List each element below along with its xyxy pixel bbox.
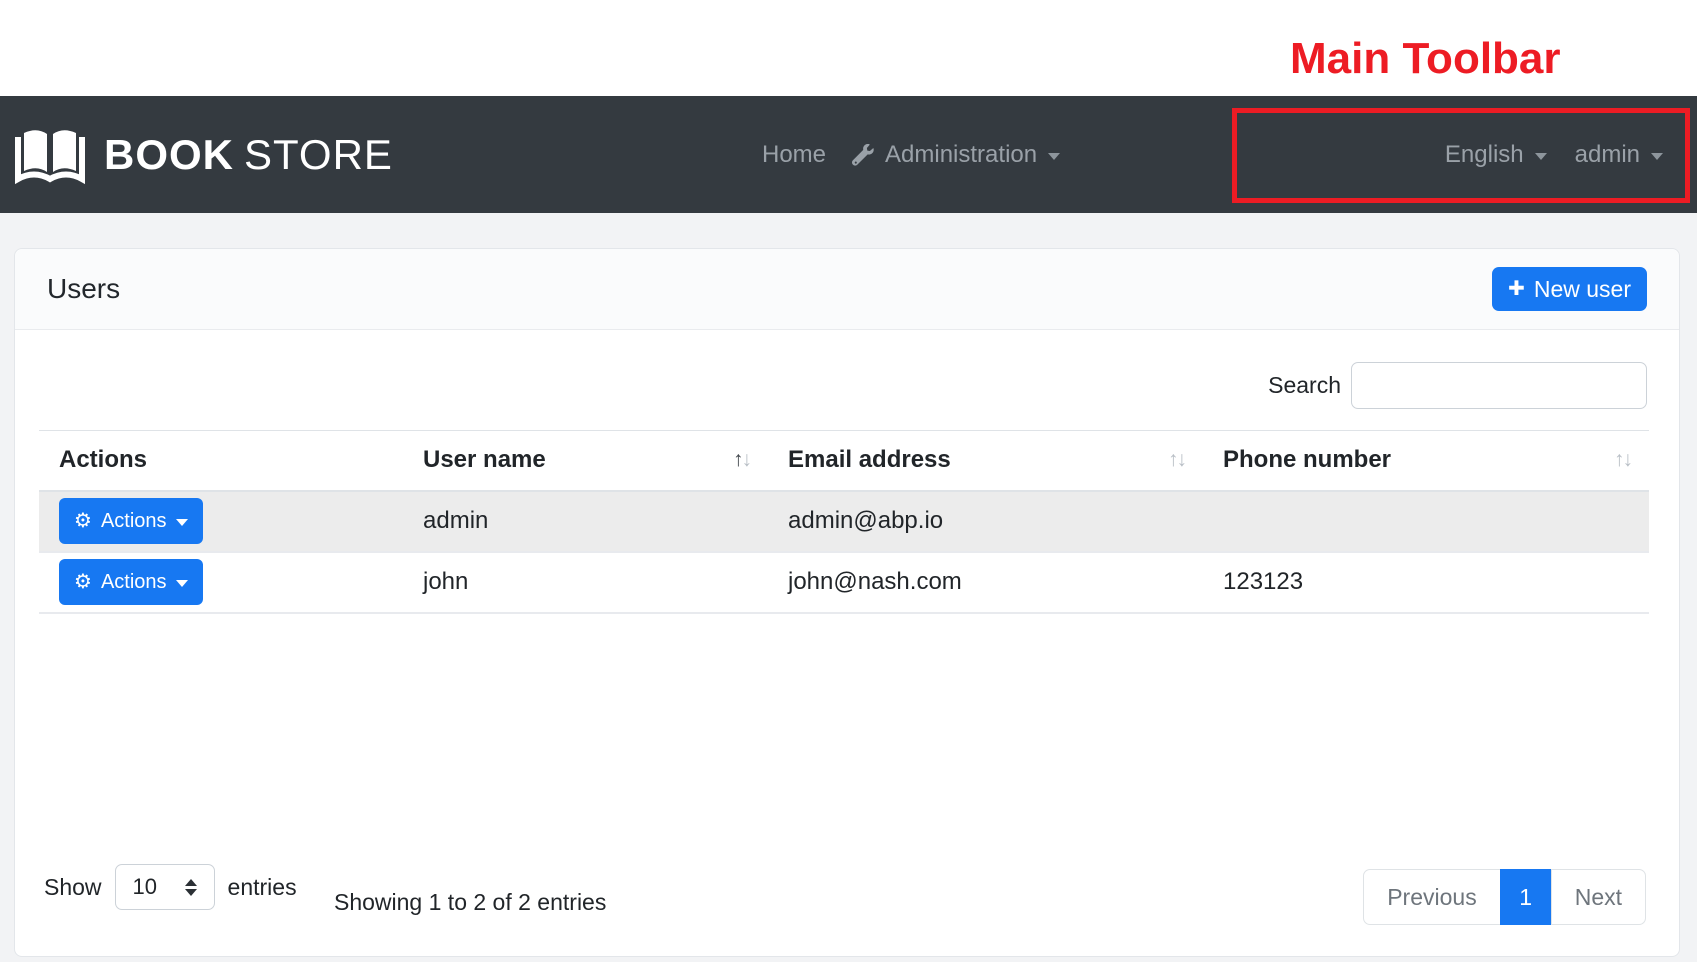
nav-home-label: Home	[762, 141, 826, 169]
chevron-down-icon	[1535, 153, 1547, 160]
users-table: Actions User name ↑↓ Email address ↑↓ Ph…	[39, 430, 1649, 614]
new-user-button[interactable]: ✚ New user	[1492, 267, 1647, 311]
actions-cell: ⚙ Actions	[39, 552, 403, 613]
table-info-text: Showing 1 to 2 of 2 entries	[334, 889, 606, 916]
user-label: admin	[1575, 141, 1640, 169]
sort-icon: ↑↓	[733, 448, 750, 472]
page-size-value: 10	[133, 874, 157, 900]
column-label: Email address	[788, 446, 951, 473]
nav-administration-label: Administration	[885, 141, 1037, 169]
screen: Main Toolbar BOOKSTORE Home Administrati…	[0, 0, 1697, 976]
email-cell: john@nash.com	[768, 552, 1203, 613]
main-navbar: BOOKSTORE Home Administration English ad…	[0, 96, 1697, 213]
column-label: User name	[423, 446, 546, 473]
card-header: Users ✚ New user	[15, 249, 1679, 330]
entries-label: entries	[228, 874, 297, 901]
table-row: ⚙ Actions john john@nash.com 123123	[39, 552, 1649, 613]
chevron-down-icon	[176, 580, 188, 587]
table-row: ⚙ Actions admin admin@abp.io	[39, 491, 1649, 552]
plus-icon: ✚	[1508, 279, 1525, 299]
row-actions-button[interactable]: ⚙ Actions	[59, 559, 203, 605]
actions-button-label: Actions	[101, 510, 167, 533]
user-name-cell: admin	[403, 491, 768, 552]
main-toolbar-annotation: Main Toolbar	[1290, 34, 1561, 84]
page-size-select[interactable]: 10	[115, 864, 215, 910]
page-title: Users	[47, 273, 120, 305]
phone-cell	[1203, 491, 1649, 552]
search-label: Search	[1268, 372, 1341, 399]
page-length-control: Show 10 entries	[44, 864, 297, 910]
user-name-cell: john	[403, 552, 768, 613]
phone-cell: 123123	[1203, 552, 1649, 613]
pagination: Previous 1 Next	[1363, 869, 1646, 925]
sort-icon: ↑↓	[1168, 448, 1185, 472]
column-header-email-address[interactable]: Email address ↑↓	[768, 431, 1203, 491]
column-header-user-name[interactable]: User name ↑↓	[403, 431, 768, 491]
new-user-label: New user	[1534, 276, 1631, 303]
chevron-down-icon	[1651, 153, 1663, 160]
users-card: Users ✚ New user Search Actions User nam…	[14, 248, 1680, 957]
gear-icon: ⚙	[74, 511, 92, 531]
user-dropdown[interactable]: admin	[1575, 141, 1663, 169]
brand-title: BOOKSTORE	[104, 131, 393, 179]
column-label: Actions	[59, 446, 147, 473]
open-book-icon	[14, 125, 86, 185]
email-cell: admin@abp.io	[768, 491, 1203, 552]
brand-light-text: STORE	[244, 131, 393, 178]
wrench-icon	[852, 144, 874, 166]
pagination-previous-button[interactable]: Previous	[1363, 869, 1500, 925]
gear-icon: ⚙	[74, 572, 92, 592]
nav-item-administration[interactable]: Administration	[852, 141, 1060, 169]
nav-item-home[interactable]: Home	[762, 141, 826, 169]
search-input[interactable]	[1351, 362, 1647, 409]
chevron-down-icon	[176, 519, 188, 526]
sort-icon: ↑↓	[1614, 448, 1631, 472]
actions-button-label: Actions	[101, 571, 167, 594]
pagination-page-1-button[interactable]: 1	[1500, 869, 1552, 925]
chevron-down-icon	[1048, 153, 1060, 160]
brand-logo[interactable]: BOOKSTORE	[14, 96, 393, 213]
language-label: English	[1445, 141, 1524, 169]
show-label: Show	[44, 874, 102, 901]
nav-menu: Home Administration	[762, 96, 1060, 213]
column-header-actions: Actions	[39, 431, 403, 491]
language-dropdown[interactable]: English	[1445, 141, 1547, 169]
up-down-arrows-icon	[185, 879, 197, 896]
search-row: Search	[1268, 362, 1647, 409]
row-actions-button[interactable]: ⚙ Actions	[59, 498, 203, 544]
column-label: Phone number	[1223, 446, 1391, 473]
actions-cell: ⚙ Actions	[39, 491, 403, 552]
pagination-next-button[interactable]: Next	[1551, 869, 1646, 925]
nav-toolbar: English admin	[1445, 96, 1663, 213]
table-header-row: Actions User name ↑↓ Email address ↑↓ Ph…	[39, 431, 1649, 491]
column-header-phone-number[interactable]: Phone number ↑↓	[1203, 431, 1649, 491]
brand-bold-text: BOOK	[104, 131, 234, 178]
